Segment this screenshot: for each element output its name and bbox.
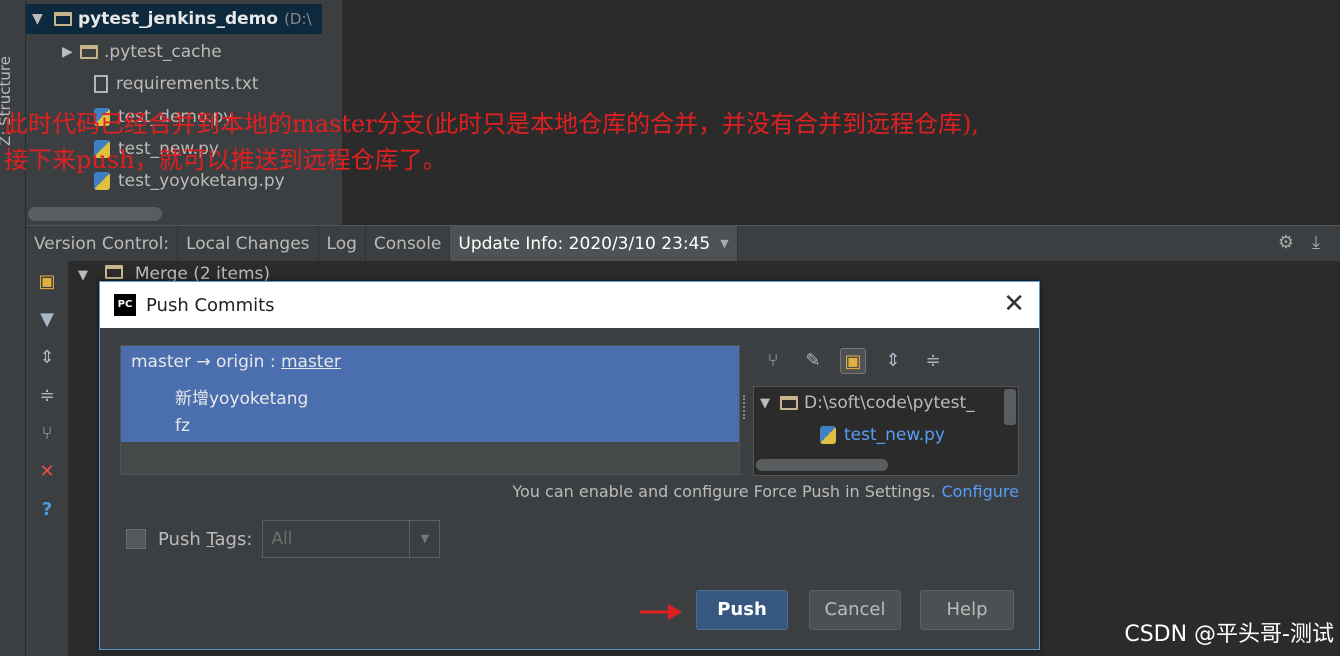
text-file-icon [94, 75, 108, 93]
edit-source-icon[interactable]: ✎ [800, 348, 826, 374]
local-branch: master [131, 352, 191, 372]
collapse-arrow-icon[interactable]: ▶ [62, 44, 80, 60]
remote-name: origin : [216, 352, 276, 372]
tree-item-changed-file[interactable]: test_new.py [820, 425, 945, 445]
help-button[interactable]: Help [920, 590, 1014, 630]
push-tags-value: All [271, 529, 293, 549]
tree-item-label: .pytest_cache [104, 42, 222, 62]
gear-icon[interactable]: ⚙ [1278, 232, 1294, 253]
close-red-icon[interactable]: ✕ [36, 461, 58, 483]
annotation-line-2: 接下来push，就可以推送到远程仓库了。 [4, 146, 447, 174]
root-path-label: D:\soft\code\pytest_ [804, 393, 975, 413]
arrow-right-icon: → [196, 352, 211, 372]
group-icon[interactable]: ▣ [840, 348, 866, 374]
force-push-hint-text: You can enable and configure Force Push … [512, 482, 936, 501]
expand-all-icon[interactable]: ⇕ [36, 347, 58, 369]
tree-item-requirements[interactable]: requirements.txt [94, 69, 259, 99]
help-icon[interactable]: ? [36, 499, 58, 521]
watermark: CSDN @平头哥-测试 [1124, 622, 1334, 647]
vc-side-toolbar: ▣ ▼ ⇕ ≑ ⑂ ✕ ? [26, 261, 68, 656]
tab-local-changes[interactable]: Local Changes [178, 226, 319, 261]
chevron-down-icon[interactable]: ▼ [720, 237, 728, 250]
tab-label: Console [373, 233, 442, 254]
tab-label: Update Info: 2020/3/10 23:45 [458, 233, 711, 254]
python-file-icon [820, 426, 836, 444]
force-push-hint: You can enable and configure Force Push … [512, 482, 1019, 501]
commits-list: master → origin : master 新增yoyoketang fz [120, 345, 740, 475]
horizontal-scrollbar[interactable] [756, 459, 888, 471]
expand-all-icon[interactable]: ⇕ [880, 348, 906, 374]
pycharm-logo-icon: PC [114, 294, 136, 316]
push-tags-row: Push Tags: All ▼ [126, 520, 441, 558]
tab-label: Log [326, 233, 357, 254]
filter-icon[interactable]: ▼ [36, 309, 58, 331]
dialog-title: Push Commits [146, 294, 275, 316]
remote-branch-link[interactable]: master [281, 352, 341, 372]
tab-label: Local Changes [186, 233, 310, 254]
version-control-tabs: Version Control: Local Changes Log Conso… [26, 225, 1340, 261]
changes-toolbar: ⑂ ✎ ▣ ⇕ ≑ [760, 348, 946, 374]
commit-item[interactable]: 新增yoyoketang [175, 384, 308, 409]
folder-icon [80, 45, 98, 59]
fork-icon[interactable]: ⑂ [760, 348, 786, 374]
branch-row[interactable]: master → origin : master [131, 352, 341, 372]
folder-icon [780, 396, 798, 410]
horizontal-scrollbar[interactable] [28, 207, 162, 221]
chevron-down-icon[interactable]: ▼ [409, 521, 439, 557]
commit-item[interactable]: fz [175, 416, 190, 436]
push-tags-label-part: Push [158, 528, 207, 550]
folder-icon [105, 265, 124, 279]
push-tags-label: Push Tags: [158, 529, 252, 550]
configure-link[interactable]: Configure [941, 482, 1019, 501]
group-icon[interactable]: ▣ [36, 271, 58, 293]
tool-window-actions: ⚙ ⤓ [1278, 232, 1320, 253]
folder-icon [54, 12, 72, 26]
collapse-all-icon[interactable]: ≑ [920, 348, 946, 374]
vertical-scrollbar[interactable] [1004, 389, 1016, 425]
fork-icon[interactable]: ⑂ [36, 423, 58, 445]
push-tags-label-part: ags: [214, 528, 253, 550]
dialog-title-bar: PC Push Commits ✕ [100, 282, 1039, 328]
download-icon[interactable]: ⤓ [1312, 232, 1320, 253]
tree-item-label: pytest_jenkins_demo [78, 9, 279, 29]
ide-window: Z: Structure ▼ pytest_jenkins_demo (D:\ … [0, 0, 1340, 656]
splitter-handle[interactable] [743, 395, 747, 419]
push-tags-select[interactable]: All ▼ [262, 520, 441, 558]
collapse-all-icon[interactable]: ≑ [36, 385, 58, 407]
push-tags-checkbox[interactable] [126, 529, 146, 549]
tree-item-root[interactable]: ▼ pytest_jenkins_demo (D:\ [26, 4, 322, 34]
tab-update-info[interactable]: Update Info: 2020/3/10 23:45 ▼ [450, 226, 738, 261]
annotation-line-1: 此时代码已经合并到本地的master分支(此时只是本地仓库的合并，并没有合并到远… [4, 110, 980, 138]
tree-item-label: requirements.txt [116, 74, 259, 94]
push-commits-dialog: PC Push Commits ✕ master → origin : mast… [99, 281, 1040, 650]
expand-arrow-icon[interactable]: ▼ [760, 396, 770, 411]
tab-log[interactable]: Log [319, 226, 366, 261]
tab-console[interactable]: Console [366, 226, 451, 261]
tab-label: Version Control: [34, 233, 170, 254]
expand-arrow-icon[interactable]: ▼ [78, 268, 88, 283]
expand-arrow-icon[interactable]: ▼ [32, 11, 50, 27]
tree-item-path: (D:\ [284, 10, 312, 28]
changed-file-label: test_new.py [844, 425, 945, 445]
changed-files-tree: ▼ D:\soft\code\pytest_ test_new.py [753, 386, 1019, 476]
left-tool-strip: Z: Structure [0, 0, 26, 656]
cancel-button[interactable]: Cancel [809, 590, 901, 630]
tree-item-root-path[interactable]: ▼ D:\soft\code\pytest_ [760, 393, 975, 413]
close-icon[interactable]: ✕ [1003, 289, 1025, 319]
tab-version-control: Version Control: [26, 226, 179, 261]
push-button[interactable]: Push [696, 590, 788, 630]
red-arrow-icon [640, 604, 682, 620]
tree-item-pytest-cache[interactable]: ▶ .pytest_cache [62, 37, 222, 67]
